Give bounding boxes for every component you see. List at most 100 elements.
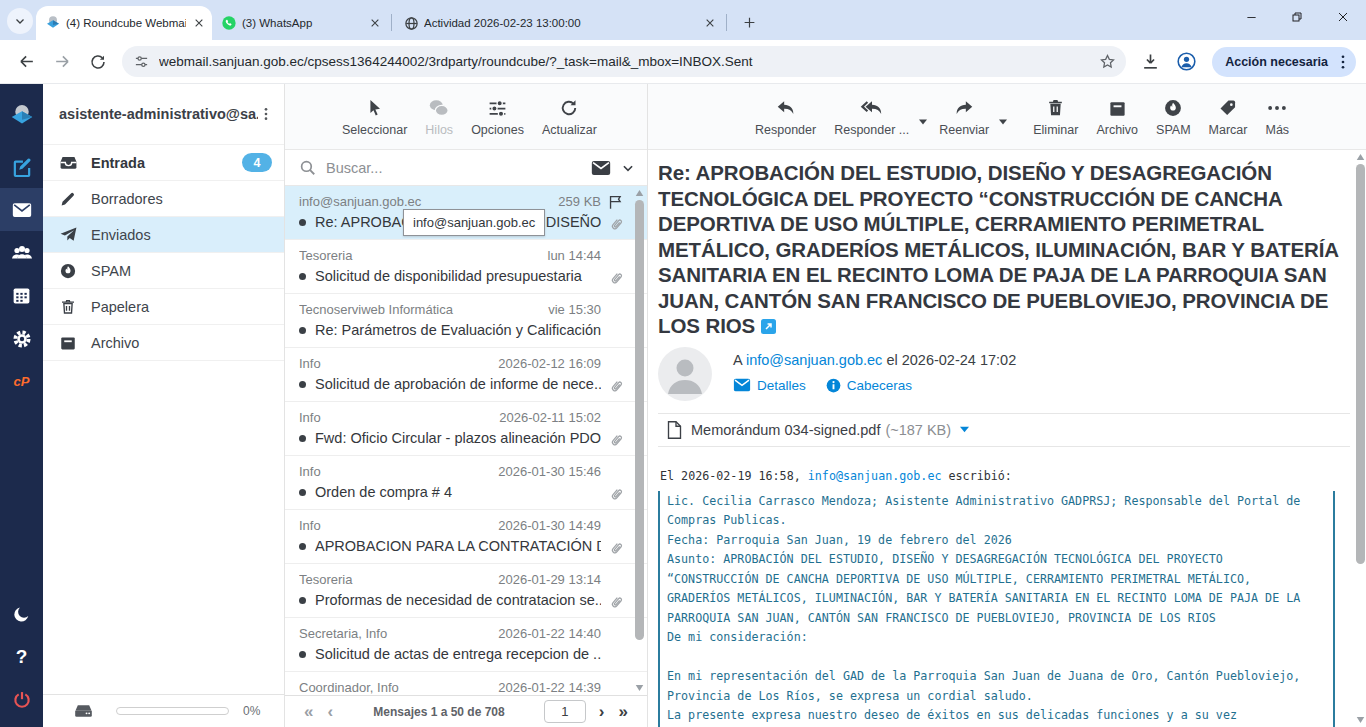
attachment-menu-icon[interactable] [959, 425, 970, 434]
delete-button[interactable]: Eliminar [1024, 96, 1087, 137]
options-button[interactable]: Opciones [462, 96, 533, 137]
compose-button[interactable] [0, 145, 43, 188]
window-minimize-button[interactable] [1228, 0, 1274, 34]
profile-avatar-icon[interactable] [1170, 46, 1202, 78]
dark-mode-button[interactable] [0, 592, 43, 635]
folder-entrada[interactable]: Entrada 4 [43, 144, 284, 180]
forward-menu-icon[interactable] [998, 108, 1010, 126]
reply-all-button[interactable]: Responder ... [825, 96, 918, 137]
flag-icon[interactable] [607, 193, 624, 211]
unread-bullet-icon[interactable] [299, 597, 306, 604]
account-header[interactable]: asistente-administrativo@sa... [43, 84, 284, 144]
unread-bullet-icon[interactable] [299, 381, 306, 388]
window-restore-button[interactable] [1274, 0, 1320, 34]
unread-bullet-icon[interactable] [299, 435, 306, 442]
message-row[interactable]: Tesorerialun 14:44Solicitud de disponibi… [285, 240, 647, 294]
new-tab-button[interactable] [736, 9, 762, 35]
message-row[interactable]: Tecnoserviweb Informáticavie 15:30Re: Pa… [285, 294, 647, 348]
account-menu-icon[interactable] [258, 106, 274, 122]
refresh-button[interactable]: Actualizar [533, 96, 606, 137]
mail-nav-button[interactable] [0, 188, 43, 231]
message-row[interactable]: Secretaria, Info2026-01-22 14:40Solicitu… [285, 618, 647, 672]
recipient-address-link[interactable]: info@sanjuan.gob.ec [746, 352, 882, 368]
page-number-input[interactable]: 1 [544, 700, 586, 723]
tab-close-icon[interactable] [702, 16, 717, 31]
attachment-row[interactable]: Memorándum 034-signed.pdf (~187 KB) [658, 413, 1350, 447]
archive-button[interactable]: Archivo [1087, 96, 1147, 137]
search-options-chevron-icon[interactable] [621, 161, 635, 175]
search-scope-mail-icon[interactable] [591, 160, 611, 176]
mark-button[interactable]: Marcar [1200, 96, 1257, 137]
reply-button[interactable]: Responder [746, 96, 825, 137]
scroll-up-icon[interactable] [1356, 150, 1365, 164]
scroll-down-icon[interactable] [1356, 713, 1365, 727]
folder-label: SPAM [91, 263, 272, 279]
forward-button[interactable]: Reenviar [930, 96, 998, 137]
scroll-down-icon[interactable] [635, 681, 644, 695]
site-settings-icon[interactable] [134, 54, 149, 69]
more-button[interactable]: Más [1256, 96, 1298, 137]
cpanel-nav-button[interactable]: cP [0, 360, 43, 403]
quoted-sender-link[interactable]: info@sanjuan.gob.ec [808, 469, 942, 483]
download-icon[interactable] [1134, 46, 1166, 78]
unread-bullet-icon[interactable] [299, 327, 306, 334]
list-scrollbar[interactable] [633, 186, 646, 695]
message-subject: Solicitud de actas de entrega recepcion … [315, 646, 601, 662]
message-row[interactable]: Info2026-02-11 15:02Fwd: Oficio Circular… [285, 402, 647, 456]
message-row[interactable]: Info2026-01-30 14:49APROBACION PARA LA C… [285, 510, 647, 564]
unread-bullet-icon[interactable] [299, 219, 306, 226]
reader-scrollbar[interactable] [1354, 150, 1366, 727]
first-page-button[interactable]: « [297, 703, 320, 720]
unread-bullet-icon[interactable] [299, 489, 306, 496]
settings-nav-button[interactable] [0, 317, 43, 360]
help-button[interactable]: ? [0, 635, 43, 678]
unread-bullet-icon[interactable] [299, 273, 306, 280]
tab-close-icon[interactable] [367, 16, 382, 31]
threads-button[interactable]: Hilos [416, 96, 462, 137]
back-button[interactable] [10, 46, 42, 78]
next-page-button[interactable]: › [592, 703, 612, 720]
contacts-nav-button[interactable] [0, 231, 43, 274]
search-input[interactable]: Buscar... [326, 160, 591, 176]
folder-papelera[interactable]: Papelera [43, 288, 284, 324]
external-link-icon[interactable] [761, 319, 776, 334]
tab-whatsapp[interactable]: (3) WhatsApp [212, 6, 388, 40]
cursor-icon [365, 96, 385, 120]
action-needed-button[interactable]: Acción necesaria [1212, 47, 1356, 77]
window-close-button[interactable] [1320, 0, 1366, 34]
select-button[interactable]: Seleccionar [333, 96, 416, 137]
url-text[interactable]: webmail.sanjuan.gob.ec/cpsess1364244002/… [159, 54, 1099, 69]
folder-archivo[interactable]: Archivo [43, 324, 284, 360]
scroll-up-icon[interactable] [635, 186, 644, 200]
bookmark-star-icon[interactable] [1099, 53, 1116, 70]
url-field[interactable]: webmail.sanjuan.gob.ec/cpsess1364244002/… [122, 46, 1126, 77]
unread-bullet-icon[interactable] [299, 651, 306, 658]
tab-close-icon[interactable] [191, 16, 206, 31]
spam-button[interactable]: SPAM [1147, 96, 1200, 137]
attachment-name[interactable]: Memorándum 034-signed.pdf [691, 422, 880, 438]
tab-roundcube[interactable]: (4) Roundcube Webmail :: Envia [36, 6, 212, 40]
folder-borradores[interactable]: Borradores [43, 180, 284, 216]
message-row[interactable]: Tesoreria2026-01-29 13:14Proformas de ne… [285, 564, 647, 618]
logout-button[interactable] [0, 678, 43, 721]
unread-bullet-icon[interactable] [299, 543, 306, 550]
folder-spam[interactable]: SPAM [43, 252, 284, 288]
calendar-nav-button[interactable] [0, 274, 43, 317]
scrollbar-thumb[interactable] [1356, 164, 1365, 564]
tab-actividad[interactable]: Actividad 2026-02-23 13:00:00 [395, 6, 723, 40]
forward-button[interactable] [46, 46, 78, 78]
message-row[interactable]: Coordinador, Info2026-01-22 14:39 [285, 672, 647, 695]
tab-search-button[interactable] [7, 8, 33, 34]
search-bar[interactable]: Buscar... [285, 150, 647, 186]
headers-toggle[interactable]: Cabeceras [826, 378, 912, 393]
message-row[interactable]: Info2026-02-12 16:09Solicitud de aprobac… [285, 348, 647, 402]
scrollbar-thumb[interactable] [635, 200, 644, 640]
message-row[interactable]: Info2026-01-30 15:46Orden de compra # 4 [285, 456, 647, 510]
folder-enviados[interactable]: Enviados [43, 216, 284, 252]
last-page-button[interactable]: » [612, 703, 635, 720]
details-toggle[interactable]: Detalles [733, 378, 806, 393]
reload-button[interactable] [82, 46, 114, 78]
browser-menu-icon[interactable] [1334, 53, 1352, 71]
prev-page-button[interactable]: ‹ [320, 703, 340, 720]
reply-all-menu-icon[interactable] [918, 108, 930, 126]
